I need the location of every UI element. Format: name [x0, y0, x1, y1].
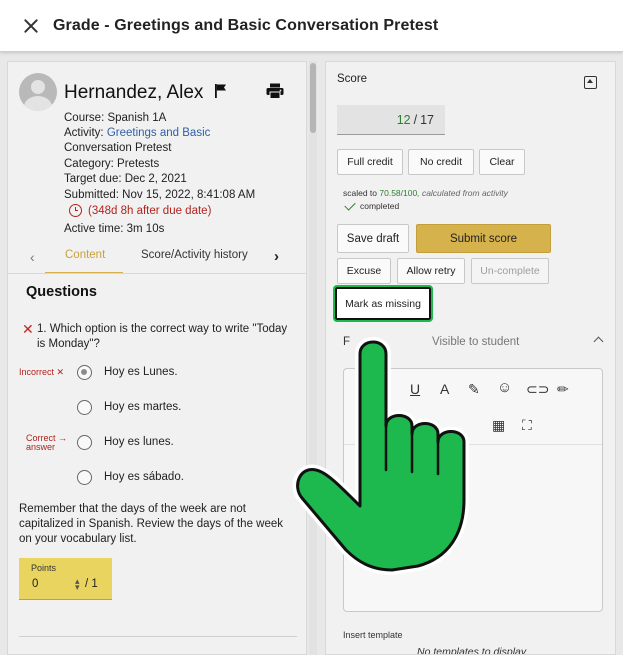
activity-link-cont[interactable]: Conversation Pretest — [64, 141, 171, 156]
uncomplete-button[interactable]: Un-complete — [471, 258, 549, 284]
no-templates-text: No templates to display — [417, 646, 527, 655]
close-icon[interactable] — [21, 16, 41, 36]
tab-next-icon[interactable]: › — [274, 248, 279, 265]
option-3[interactable]: Hoy es lunes. — [77, 433, 297, 451]
link-icon[interactable]: ⊂⊃ — [526, 381, 549, 397]
radio-option-2[interactable] — [77, 399, 92, 415]
category-line: Category: Pretests — [64, 158, 160, 170]
clock-icon — [69, 204, 82, 217]
collapse-icon[interactable] — [584, 76, 597, 89]
check-icon — [344, 198, 356, 211]
table-icon[interactable]: ▦ — [492, 417, 505, 433]
scaled-score: scaled to 70.58/100, calculated from act… — [343, 188, 508, 198]
radio-option-4[interactable] — [77, 469, 92, 485]
excuse-button[interactable]: Excuse — [337, 258, 391, 284]
points-input[interactable]: 0 — [32, 578, 38, 590]
clear-button[interactable]: Clear — [479, 149, 525, 175]
late-notice: (348d 8h after due date) — [69, 204, 211, 217]
submitted-line: Submitted: Nov 15, 2022, 8:41:08 AM — [64, 189, 256, 201]
points-label: Points — [31, 563, 57, 573]
activity-line: Activity: Greetings and Basic — [64, 127, 211, 139]
fullscreen-icon[interactable]: ⛶ — [522, 417, 532, 433]
wrong-x-icon: ✕ — [22, 321, 34, 337]
avatar — [19, 73, 57, 111]
option-4[interactable]: Hoy es sábado. — [77, 468, 297, 486]
radio-option-1[interactable] — [77, 364, 92, 380]
completed-status: completed — [344, 198, 399, 211]
submission-tabs: ‹ Content Score/Activity history › — [8, 245, 306, 274]
chevron-up-icon[interactable] — [593, 336, 604, 347]
full-credit-button[interactable]: Full credit — [337, 149, 403, 175]
feedback-label: F — [343, 336, 351, 348]
course-line: Course: Spanish 1A — [64, 112, 167, 124]
title-bar: Grade - Greetings and Basic Conversation… — [0, 0, 623, 52]
student-name: Hernandez, Alex — [64, 82, 204, 103]
questions-heading: Questions — [26, 284, 97, 300]
print-icon[interactable] — [266, 83, 284, 99]
incorrect-tag: Incorrect ✕ — [19, 367, 65, 377]
question-feedback: Remember that the days of the week are n… — [19, 503, 284, 545]
feedback-editor[interactable]: U A ✎ ☺ ⊂⊃ ✏ ▦ ⛶ — [343, 368, 603, 612]
points-field[interactable]: Points 0 ▴ ▾ / 1 — [19, 558, 112, 600]
submit-score-button[interactable]: Submit score — [416, 224, 551, 253]
emoji-icon[interactable]: ☺ — [497, 380, 512, 396]
activity-link[interactable]: Greetings and Basic — [107, 127, 211, 139]
student-submission-panel: Hernandez, Alex Course: Spanish 1A Activ… — [7, 61, 307, 655]
option-1[interactable]: Hoy es Lunes. — [77, 363, 297, 381]
question-text: 1. Which option is the correct way to wr… — [37, 323, 288, 350]
left-scrollbar[interactable] — [309, 61, 317, 655]
text-color-icon[interactable]: A — [440, 381, 449, 397]
target-due-line: Target due: Dec 2, 2021 — [64, 173, 187, 185]
tab-score-history[interactable]: Score/Activity history — [141, 249, 248, 261]
no-credit-button[interactable]: No credit — [408, 149, 474, 175]
grading-panel: Score 12 / 17 Full credit No credit Clea… — [325, 61, 616, 655]
tab-prev-icon[interactable]: ‹ — [30, 249, 35, 265]
flag-icon[interactable] — [214, 83, 228, 99]
mark-missing-button[interactable]: Mark as missing — [333, 285, 433, 322]
tabs-divider — [8, 273, 306, 274]
pencil-icon[interactable]: ✏ — [557, 381, 569, 397]
save-draft-button[interactable]: Save draft — [337, 224, 409, 253]
points-stepper-icon[interactable]: ▴ ▾ — [75, 577, 80, 592]
visible-to-student-label: Visible to student — [432, 336, 520, 348]
tab-content[interactable]: Content — [65, 249, 105, 261]
allow-retry-button[interactable]: Allow retry — [397, 258, 465, 284]
score-heading: Score — [337, 73, 368, 85]
editor-toolbar-divider — [344, 444, 602, 445]
underline-icon[interactable]: U — [410, 381, 420, 397]
left-scrollbar-thumb[interactable] — [310, 63, 316, 133]
radio-option-3[interactable] — [77, 434, 92, 450]
active-time-line: Active time: 3m 10s — [64, 223, 165, 235]
highlight-icon[interactable]: ✎ — [468, 381, 480, 397]
option-2[interactable]: Hoy es martes. — [77, 398, 297, 416]
question-divider — [19, 636, 297, 637]
page-title: Grade - Greetings and Basic Conversation… — [53, 16, 439, 34]
score-input[interactable]: 12 / 17 — [337, 105, 445, 135]
correct-answer-tag: Correct → answer — [26, 433, 68, 452]
insert-template-label: Insert template — [343, 630, 403, 640]
points-max: / 1 — [85, 578, 98, 590]
